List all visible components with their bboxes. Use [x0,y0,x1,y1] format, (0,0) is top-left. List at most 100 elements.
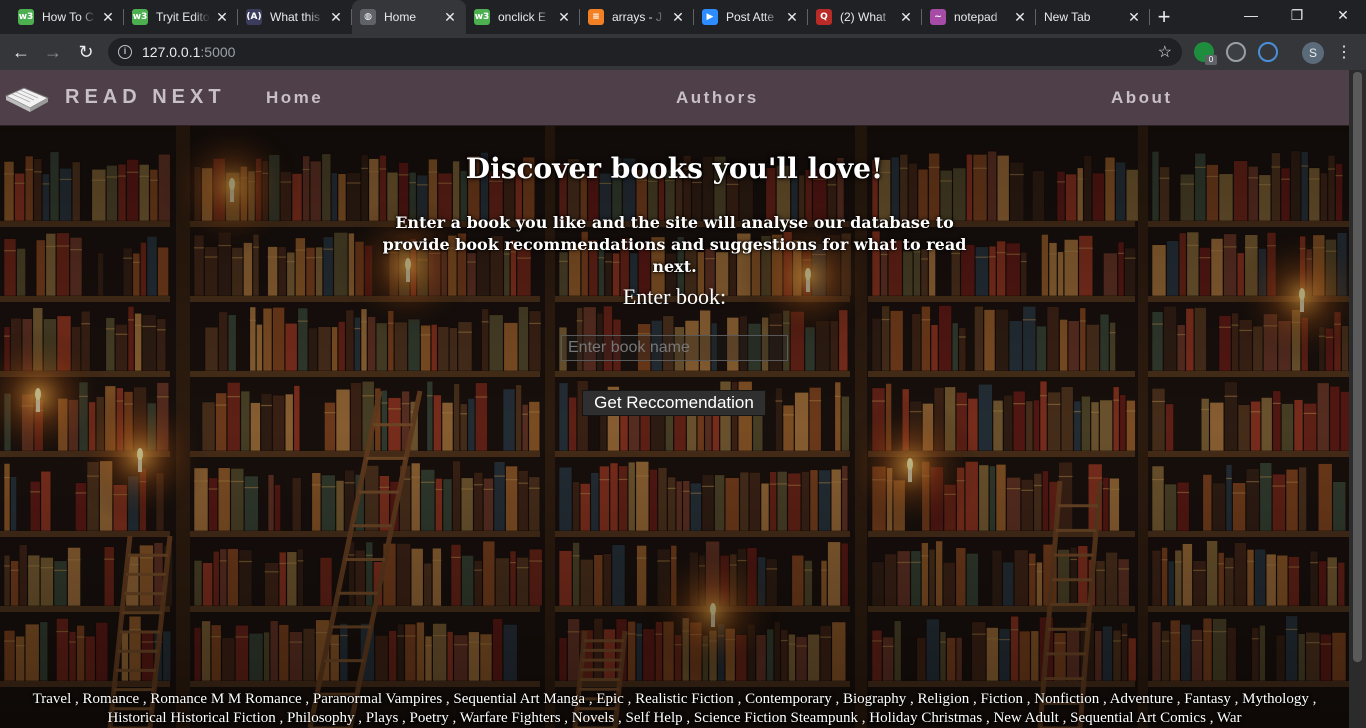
brand-title[interactable]: READ NEXT [65,86,226,109]
genre-item[interactable]: Poetry [410,710,449,726]
scrollbar-thumb[interactable] [1353,72,1362,662]
reload-icon[interactable]: ↻ [73,39,99,65]
genre-item[interactable]: Historical Historical Fiction [107,710,275,726]
nav-about-link[interactable]: About [1111,88,1173,108]
genre-item[interactable]: Plays [366,710,399,726]
browser-tab[interactable]: New Tab ✕ [1036,0,1150,34]
browser-menu-icon[interactable]: ⋮ [1336,42,1352,64]
site-navbar: READ NEXT Home Authors About [0,70,1349,126]
browser-tab[interactable]: w3 How To C ✕ [10,0,124,34]
w3-icon: w3 [132,9,148,25]
genre-item[interactable]: Self Help [626,710,683,726]
new-tab-button[interactable]: + [1152,5,1176,29]
tab-close-icon[interactable]: ✕ [898,9,914,25]
tab-title: New Tab [1044,10,1091,24]
browser-tab[interactable]: ~ notepad ✕ [922,0,1036,34]
genre-item[interactable]: Realistic Fiction [635,691,734,707]
forward-icon[interactable]: → [40,39,66,65]
genre-item[interactable]: Holiday Christmas [869,710,982,726]
tab-close-icon[interactable]: ✕ [328,9,344,25]
tab-title: Home [384,10,417,24]
url-port: :5000 [200,44,236,60]
hero-section: Discover books you'll love! Enter a book… [0,126,1349,728]
browser-tab[interactable]: ≡ arrays - J ✕ [580,0,694,34]
genre-item[interactable]: Romance [83,691,140,707]
site-info-icon[interactable]: i [118,45,132,59]
browser-toolbar: ← → ↻ i 127.0.0.1:5000 ☆ [0,34,1366,70]
tab-title: How To C [42,10,94,24]
genre-item[interactable]: War [1217,710,1242,726]
browser-tab[interactable]: w3 onclick E ✕ [466,0,580,34]
notepad-icon: ~ [930,9,946,25]
extension-badge: 0 [1205,55,1217,65]
zoom-icon: ▶ [702,9,718,25]
genre-item[interactable]: Religion [918,691,970,707]
genre-item[interactable]: Novels [572,710,615,726]
tab-close-icon[interactable]: ✕ [214,9,230,25]
bookmark-star-icon[interactable]: ☆ [1158,42,1172,62]
open-book-logo-icon [4,87,50,112]
genre-item[interactable]: Epic [596,691,624,707]
page-scrollbar[interactable] [1349,70,1366,728]
browser-tab[interactable]: (A) What this ✕ [238,0,352,34]
tab-title: What this [270,10,321,24]
tab-title: notepad [954,10,998,24]
w3-icon: w3 [474,9,490,25]
page-viewport: READ NEXT Home Authors About Discover bo… [0,70,1349,728]
genre-item[interactable]: Philosophy [287,710,355,726]
genre-list: Travel , Romance , Romance M M Romance ,… [32,691,1317,726]
browser-tab[interactable]: ◍ Home ✕ [352,0,466,34]
browser-tab[interactable]: Q (2) What ✕ [808,0,922,34]
get-recommendation-button[interactable]: Get Reccomendation [582,390,766,416]
tab-close-icon[interactable]: ✕ [442,9,458,25]
genre-item[interactable]: Contemporary [745,691,832,707]
tab-close-icon[interactable]: ✕ [556,9,572,25]
close-window-button[interactable]: ✕ [1320,0,1366,30]
tab-close-icon[interactable]: ✕ [670,9,686,25]
genre-item[interactable]: Sequential Art Manga [453,691,585,707]
profile-avatar[interactable]: S [1302,42,1324,64]
angular-icon: (A) [246,9,262,25]
tab-close-icon[interactable]: ✕ [100,9,116,25]
genre-item[interactable]: Travel [33,691,72,707]
tab-close-icon[interactable]: ✕ [1012,9,1028,25]
enter-book-label: Enter book: [622,284,727,309]
quora-icon: Q [816,9,832,25]
tab-title: arrays - J [612,10,663,24]
nav-authors-link[interactable]: Authors [676,88,759,108]
genre-item[interactable]: Science Fiction Steampunk [694,710,858,726]
tab-title: Tryit Edito [156,10,210,24]
w3-icon: w3 [18,9,34,25]
maximize-button[interactable]: ❐ [1274,0,1320,30]
tab-title: onclick E [498,10,547,24]
address-bar[interactable]: i 127.0.0.1:5000 ☆ [108,38,1182,66]
genre-item[interactable]: Warfare Fighters [460,710,561,726]
url-host: 127.0.0.1 [142,44,201,60]
stackoverflow-icon: ≡ [588,9,604,25]
back-icon[interactable]: ← [8,39,34,65]
extension-glasses-icon[interactable] [1226,42,1246,62]
tab-title: Post Atte [726,10,775,24]
browser-tab[interactable]: ▶ Post Atte ✕ [694,0,808,34]
tab-close-icon[interactable]: ✕ [1126,9,1142,25]
genre-item[interactable]: Sequential Art Comics [1070,710,1206,726]
minimize-button[interactable]: — [1228,0,1274,30]
genre-item[interactable]: Mythology [1242,691,1309,707]
tab-strip: w3 How To C ✕ w3 Tryit Edito ✕ (A) What this ✕ ◍ H… [0,0,1366,34]
globe-icon: ◍ [360,9,376,25]
genre-item[interactable]: Nonfiction [1034,691,1099,707]
extension-react-icon[interactable] [1258,42,1278,62]
tab-close-icon[interactable]: ✕ [784,9,800,25]
book-name-input[interactable] [561,335,788,361]
hero-description: Enter a book you like and the site will … [382,213,967,276]
genre-item[interactable]: Fantasy [1184,691,1231,707]
genre-item[interactable]: New Adult [993,710,1058,726]
genre-item[interactable]: Paranormal Vampires [313,691,442,707]
tab-title: (2) What [840,10,887,24]
genre-item[interactable]: Romance M M Romance [150,691,301,707]
genre-item[interactable]: Fiction [980,691,1023,707]
nav-home-link[interactable]: Home [266,88,323,108]
genre-item[interactable]: Biography [843,691,906,707]
browser-tab[interactable]: w3 Tryit Edito ✕ [124,0,238,34]
genre-item[interactable]: Adventure [1110,691,1173,707]
